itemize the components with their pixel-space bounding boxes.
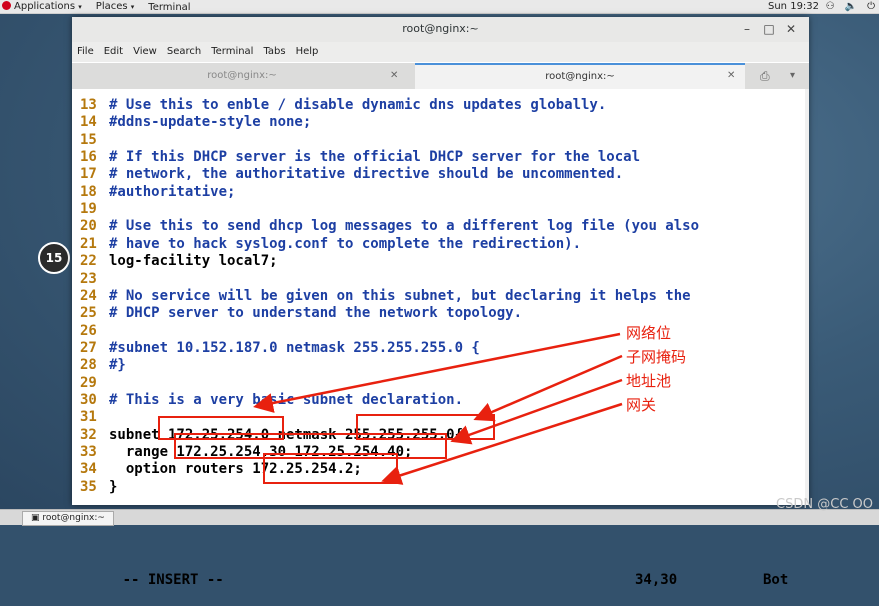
annotation-gateway: 网关 xyxy=(626,396,657,414)
watermark: CSDN @CC OO xyxy=(776,497,873,512)
vim-status-line: -- INSERT -- 34,30 Bot xyxy=(72,555,805,588)
arrow-gateway xyxy=(381,402,623,485)
terminal-icon: ▣ xyxy=(31,513,40,523)
annotation-netmask: 子网掩码 xyxy=(626,348,687,366)
cursor-position: 34,30 xyxy=(635,572,678,588)
arrow-network-address xyxy=(253,332,621,413)
annotation-address-pool: 地址池 xyxy=(626,372,672,390)
annotation-network-address: 网络位 xyxy=(626,324,672,342)
bottom-taskbar: ▣ root@nginx:~ xyxy=(0,509,879,526)
scroll-position: Bot xyxy=(763,572,789,588)
annotation-arrows xyxy=(253,332,623,485)
vim-mode: -- INSERT -- xyxy=(122,572,224,588)
